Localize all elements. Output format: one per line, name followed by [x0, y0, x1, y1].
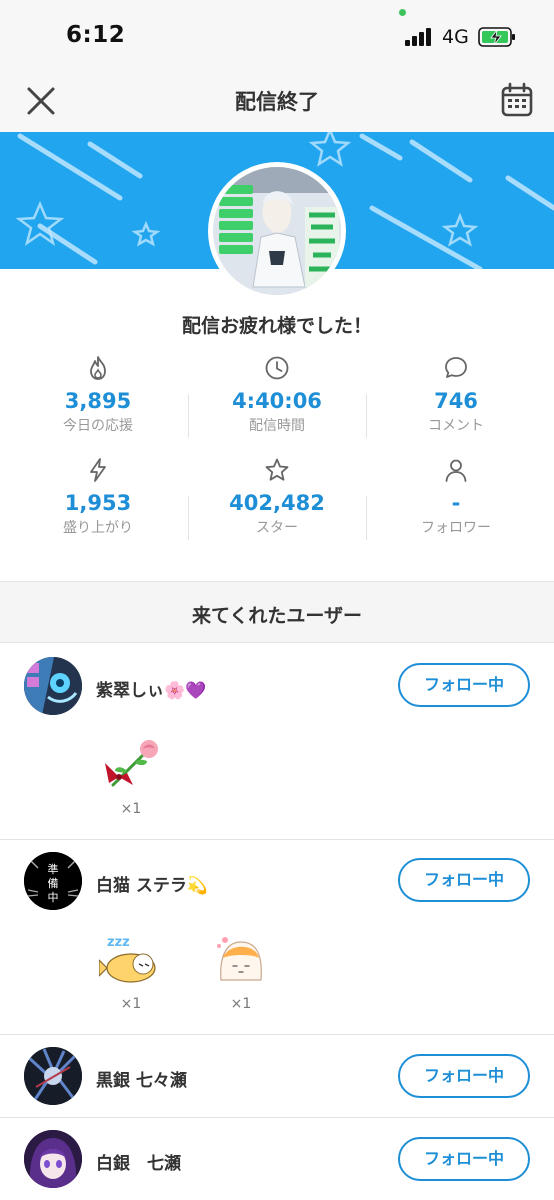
status-time: 6:12 [66, 22, 126, 48]
calendar-icon[interactable] [500, 82, 534, 118]
signal-icon [405, 28, 435, 46]
lightning-icon [90, 458, 106, 482]
divider [188, 496, 189, 540]
star-icon [265, 458, 289, 481]
comment-icon [445, 357, 467, 378]
status-bar: 6:12 4G [0, 0, 554, 72]
stat-label: フォロワー [421, 520, 491, 536]
sleeping-fish-gift-icon: zzz [99, 935, 156, 983]
section-title: 来てくれたユーザー [191, 605, 363, 627]
svg-text:備: 備 [48, 877, 59, 890]
rose-gift-icon [105, 740, 158, 787]
visitors-section-header: 来てくれたユーザー [0, 581, 554, 643]
clock-icon [265, 356, 289, 380]
person-icon [445, 459, 467, 482]
privacy-indicator-dot [399, 9, 406, 16]
stat-label: 配信時間 [249, 418, 305, 434]
user-name[interactable]: 黒銀 七々瀬 [96, 1066, 187, 1091]
blob-gift-icon [217, 937, 262, 981]
stat-cheers-today: 3,895 今日の応援 [9, 355, 187, 435]
nav-header: 配信終了 [0, 72, 554, 132]
stat-label: コメント [428, 418, 484, 434]
gift-item: zzz ×1 [96, 932, 166, 1012]
stat-comments: 746 コメント [367, 355, 545, 435]
divider [366, 394, 367, 438]
avatar[interactable] [24, 1047, 82, 1105]
gift-item: ×1 [206, 932, 276, 1012]
stat-value: 402,482 [229, 491, 325, 515]
user-row: 準 備 中 白猫 ステラ💫 フォロー中 zzz ×1 ×1 [0, 840, 554, 1034]
avatar[interactable]: 準 備 中 [24, 852, 82, 910]
user-name[interactable]: 白猫 ステラ💫 [96, 871, 208, 896]
stat-value: - [451, 491, 461, 515]
avatar[interactable] [24, 1130, 82, 1188]
network-type: 4G [442, 26, 469, 48]
page-title: 配信終了 [235, 90, 319, 114]
stat-value: 746 [434, 389, 478, 413]
svg-text:準: 準 [48, 862, 59, 876]
stat-broadcast-time: 4:40:06 配信時間 [188, 355, 366, 435]
following-button[interactable]: フォロー中 [398, 1054, 530, 1098]
following-button[interactable]: フォロー中 [398, 663, 530, 707]
divider [188, 394, 189, 438]
divider [366, 496, 367, 540]
gift-count: ×1 [120, 801, 142, 817]
stat-value: 3,895 [64, 389, 132, 413]
user-name[interactable]: 白銀 七瀬 [96, 1149, 181, 1174]
stat-followers: - フォロワー [367, 457, 545, 537]
following-button[interactable]: フォロー中 [398, 858, 530, 902]
gift-count: ×1 [120, 996, 142, 1012]
stat-stars: 402,482 スター [188, 457, 366, 537]
thanks-message: 配信お疲れ様でした！ [181, 315, 372, 337]
battery-charging-icon [478, 27, 515, 47]
stat-label: スター [256, 520, 298, 536]
stat-value: 4:40:06 [232, 389, 322, 413]
avatar[interactable] [24, 657, 82, 715]
user-row: 白銀 七瀬 フォロー中 [0, 1118, 554, 1200]
gift-item: ×1 [96, 737, 166, 817]
user-name[interactable]: 紫翠しぃ🌸💜 [96, 676, 206, 701]
flame-icon [90, 356, 106, 380]
stat-excitement: 1,953 盛り上がり [9, 457, 187, 537]
svg-text:中: 中 [48, 891, 59, 904]
stat-label: 今日の応援 [63, 418, 133, 434]
user-row: 黒銀 七々瀬 フォロー中 [0, 1035, 554, 1117]
following-button[interactable]: フォロー中 [398, 1137, 530, 1181]
svg-text:zzz: zzz [107, 935, 130, 950]
stat-label: 盛り上がり [63, 520, 133, 536]
user-row: 紫翠しぃ🌸💜 フォロー中 ×1 [0, 643, 554, 839]
gift-count: ×1 [230, 996, 252, 1012]
streamer-avatar [208, 162, 346, 300]
stat-value: 1,953 [64, 491, 132, 515]
